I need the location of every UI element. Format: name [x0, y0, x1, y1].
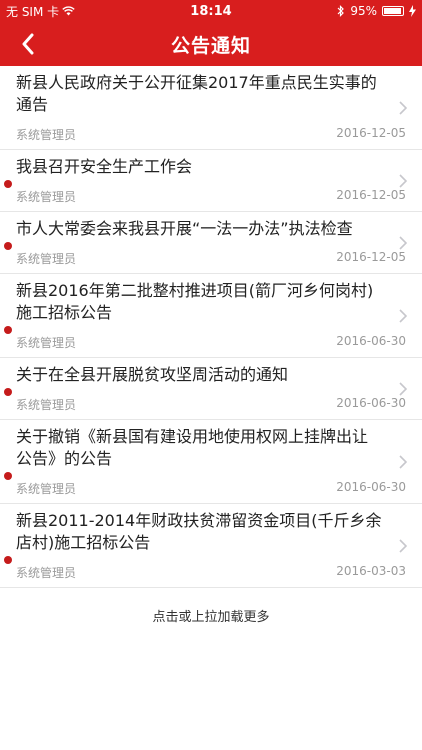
notice-title: 关于撤销《新县国有建设用地使用权网上挂牌出让公告》的公告	[16, 427, 369, 468]
status-bar: 无 SIM 卡 18:14 95%	[0, 0, 422, 22]
notice-title: 新县人民政府关于公开征集2017年重点民生实事的通告	[16, 73, 377, 114]
list-item[interactable]: 新县人民政府关于公开征集2017年重点民生实事的通告系统管理员 2016-12-0…	[0, 66, 422, 150]
status-time: 18:14	[190, 3, 232, 19]
list-item[interactable]: 关于在全县开展脱贫攻坚周活动的通知系统管理员 2016-06-30	[0, 358, 422, 420]
notice-date: 2016-12-05	[336, 250, 406, 264]
nav-bar: 公告通知	[0, 22, 422, 66]
unread-indicator	[4, 556, 12, 564]
notice-meta: 系统管理员 2016-12-05	[16, 250, 406, 267]
notice-title: 新县2011-2014年财政扶贫滞留资金项目(千斤乡余店村)施工招标公告	[16, 511, 382, 552]
notice-author: 系统管理员	[16, 190, 77, 204]
notice-date: 2016-12-05	[336, 188, 406, 202]
notice-title: 市人大常委会来我县开展“一法一办法”执法检查	[16, 219, 353, 238]
chevron-right-icon	[396, 381, 410, 396]
back-button[interactable]	[12, 28, 44, 60]
unread-indicator	[4, 180, 12, 188]
unread-indicator	[4, 388, 12, 396]
unread-indicator	[4, 326, 12, 334]
notice-date: 2016-06-30	[336, 396, 406, 410]
load-more-button[interactable]: 点击或上拉加载更多	[0, 606, 422, 625]
unread-indicator	[4, 242, 12, 250]
notice-date: 2016-06-30	[336, 480, 406, 494]
list-item[interactable]: 我县召开安全生产工作会系统管理员 2016-12-05	[0, 150, 422, 212]
chevron-left-icon	[22, 33, 34, 55]
chevron-right-icon	[396, 100, 410, 115]
notice-meta: 系统管理员 2016-06-30	[16, 334, 406, 351]
notice-author: 系统管理员	[16, 566, 77, 580]
battery-icon	[382, 6, 404, 16]
notice-author: 系统管理员	[16, 482, 77, 496]
page-title: 公告通知	[170, 34, 251, 57]
notice-meta: 系统管理员 2016-06-30	[16, 396, 406, 413]
notice-author: 系统管理员	[16, 252, 77, 266]
notice-date: 2016-03-03	[336, 564, 406, 578]
notice-title: 我县召开安全生产工作会	[16, 157, 193, 176]
notice-author: 系统管理员	[16, 398, 77, 412]
chevron-right-icon	[396, 454, 410, 469]
unread-indicator	[4, 472, 12, 480]
notice-title: 新县2016年第二批整村推进项目(箭厂河乡何岗村)施工招标公告	[16, 281, 374, 322]
notice-author: 系统管理员	[16, 128, 77, 142]
chevron-right-icon	[396, 235, 410, 250]
notice-title: 关于在全县开展脱贫攻坚周活动的通知	[16, 365, 289, 384]
chevron-right-icon	[396, 173, 410, 188]
app-header: 无 SIM 卡 18:14 95% 公告通知	[0, 0, 422, 66]
list-item[interactable]: 新县2011-2014年财政扶贫滞留资金项目(千斤乡余店村)施工招标公告系统管理…	[0, 504, 422, 588]
notice-meta: 系统管理员 2016-12-05	[16, 126, 406, 143]
notice-date: 2016-12-05	[336, 126, 406, 140]
notice-meta: 系统管理员 2016-03-03	[16, 564, 406, 581]
chevron-right-icon	[396, 538, 410, 553]
list-item[interactable]: 市人大常委会来我县开展“一法一办法”执法检查系统管理员 2016-12-05	[0, 212, 422, 274]
notice-author: 系统管理员	[16, 336, 77, 350]
chevron-right-icon	[396, 308, 410, 323]
list-item[interactable]: 关于撤销《新县国有建设用地使用权网上挂牌出让公告》的公告系统管理员 2016-06…	[0, 420, 422, 504]
notice-date: 2016-06-30	[336, 334, 406, 348]
list-item[interactable]: 新县2016年第二批整村推进项目(箭厂河乡何岗村)施工招标公告系统管理员 2016…	[0, 274, 422, 358]
notice-meta: 系统管理员 2016-12-05	[16, 188, 406, 205]
notice-meta: 系统管理员 2016-06-30	[16, 480, 406, 497]
notice-list: 新县人民政府关于公开征集2017年重点民生实事的通告系统管理员 2016-12-0…	[0, 66, 422, 588]
